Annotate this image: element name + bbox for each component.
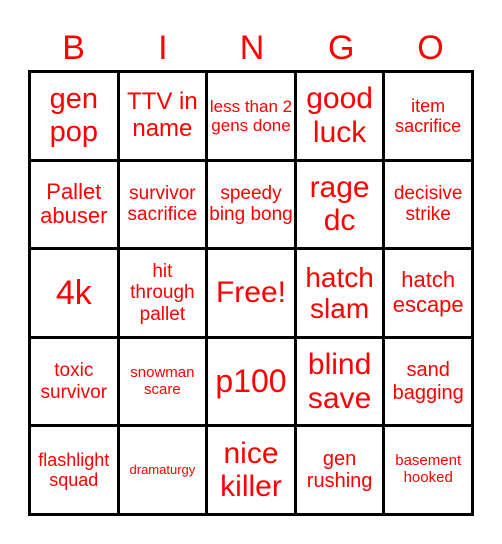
bingo-cell[interactable]: 4k — [31, 250, 117, 336]
bingo-cell[interactable]: less than 2 gens done — [208, 73, 294, 159]
bingo-cell[interactable]: survivor sacrifice — [119, 161, 206, 248]
bingo-cell[interactable]: Pallet abuser — [31, 161, 117, 248]
bingo-cell[interactable]: hatch escape — [385, 250, 471, 336]
bingo-cell[interactable]: basement hooked — [385, 427, 471, 513]
bingo-cell[interactable]: toxic survivor — [31, 338, 117, 425]
bingo-cell[interactable]: gen pop — [31, 73, 117, 159]
bingo-cell[interactable]: snowman scare — [119, 338, 206, 425]
bingo-cell[interactable]: nice killer — [208, 427, 294, 513]
bingo-cell[interactable]: good luck — [296, 73, 383, 159]
bingo-cell[interactable]: decisive strike — [385, 161, 471, 248]
bingo-cell[interactable]: TTV in name — [119, 73, 206, 159]
header-letter: B — [62, 29, 85, 67]
bingo-cell[interactable]: blind save — [296, 338, 383, 425]
bingo-cell[interactable]: hit through pallet — [119, 250, 206, 336]
header-letter: G — [327, 29, 355, 67]
header-letter: N — [239, 29, 265, 67]
bingo-cell[interactable]: sand bagging — [385, 338, 471, 425]
bingo-cell[interactable]: dramaturgy — [119, 427, 206, 513]
bingo-cell[interactable]: hatch slam — [296, 250, 383, 336]
bingo-grid: gen pop TTV in name less than 2 gens don… — [28, 70, 474, 516]
bingo-cell[interactable]: p100 — [208, 338, 294, 425]
bingo-cell[interactable]: item sacrifice — [385, 73, 471, 159]
bingo-cell[interactable]: rage dc — [296, 161, 383, 248]
free-cell[interactable]: Free! — [208, 250, 294, 336]
header-letter: I — [158, 29, 168, 67]
bingo-cell[interactable]: gen rushing — [296, 427, 383, 513]
bingo-header: B I N G O — [29, 28, 475, 68]
bingo-cell[interactable]: flashlight squad — [31, 427, 117, 513]
bingo-cell[interactable]: speedy bing bong — [208, 161, 294, 248]
header-letter: O — [417, 29, 444, 67]
